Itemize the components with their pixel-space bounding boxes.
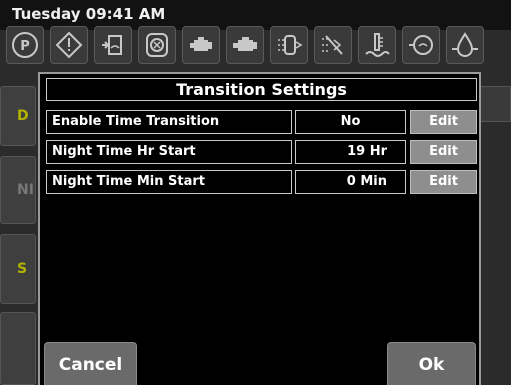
exhaust-filter-disabled-icon — [314, 26, 352, 64]
edit-button-night-time-hr-start[interactable]: Edit — [410, 140, 477, 164]
background-button-3[interactable]: S — [0, 234, 36, 304]
transmission-temp-icon — [402, 26, 440, 64]
dialog-title: Transition Settings — [46, 78, 477, 101]
background-button-4[interactable] — [0, 312, 36, 385]
setting-row-night-time-min-start: Night Time Min Start 0 Min Edit — [46, 170, 477, 194]
edit-button-enable-time-transition[interactable]: Edit — [410, 110, 477, 134]
warning-icon — [50, 26, 88, 64]
exhaust-filter-icon — [270, 26, 308, 64]
clock: Tuesday 09:41 AM — [12, 5, 166, 23]
setting-value: No — [295, 110, 406, 134]
coolant-level-icon — [94, 26, 132, 64]
setting-label: Enable Time Transition — [46, 110, 292, 134]
cancel-button[interactable]: Cancel — [44, 342, 137, 385]
edit-button-night-time-min-start[interactable]: Edit — [410, 170, 477, 194]
display-screen: Tuesday 09:41 AM P D NI S Transition Set… — [0, 0, 511, 385]
coolant-temp-icon — [358, 26, 396, 64]
engine-check-icon — [226, 26, 264, 64]
svg-text:P: P — [20, 39, 30, 54]
ok-button[interactable]: Ok — [387, 342, 476, 385]
background-button-2[interactable]: NI — [0, 156, 36, 224]
setting-label: Night Time Hr Start — [46, 140, 292, 164]
setting-row-night-time-hr-start: Night Time Hr Start 19 Hr Edit — [46, 140, 477, 164]
setting-value: 0 Min — [295, 170, 406, 194]
transition-settings-dialog: Transition Settings Enable Time Transiti… — [38, 72, 481, 385]
setting-row-enable-time-transition: Enable Time Transition No Edit — [46, 110, 477, 134]
parking-brake-icon: P — [6, 26, 44, 64]
setting-value: 19 Hr — [295, 140, 406, 164]
background-button-1-label: D — [17, 108, 29, 124]
air-filter-icon — [138, 26, 176, 64]
oil-pressure-icon — [446, 26, 484, 64]
background-button-1[interactable]: D — [0, 86, 36, 146]
background-button-2-label: NI — [17, 182, 34, 198]
engine-icon — [182, 26, 220, 64]
setting-label: Night Time Min Start — [46, 170, 292, 194]
indicator-bar: P — [6, 26, 511, 64]
background-button-3-label: S — [17, 261, 28, 277]
